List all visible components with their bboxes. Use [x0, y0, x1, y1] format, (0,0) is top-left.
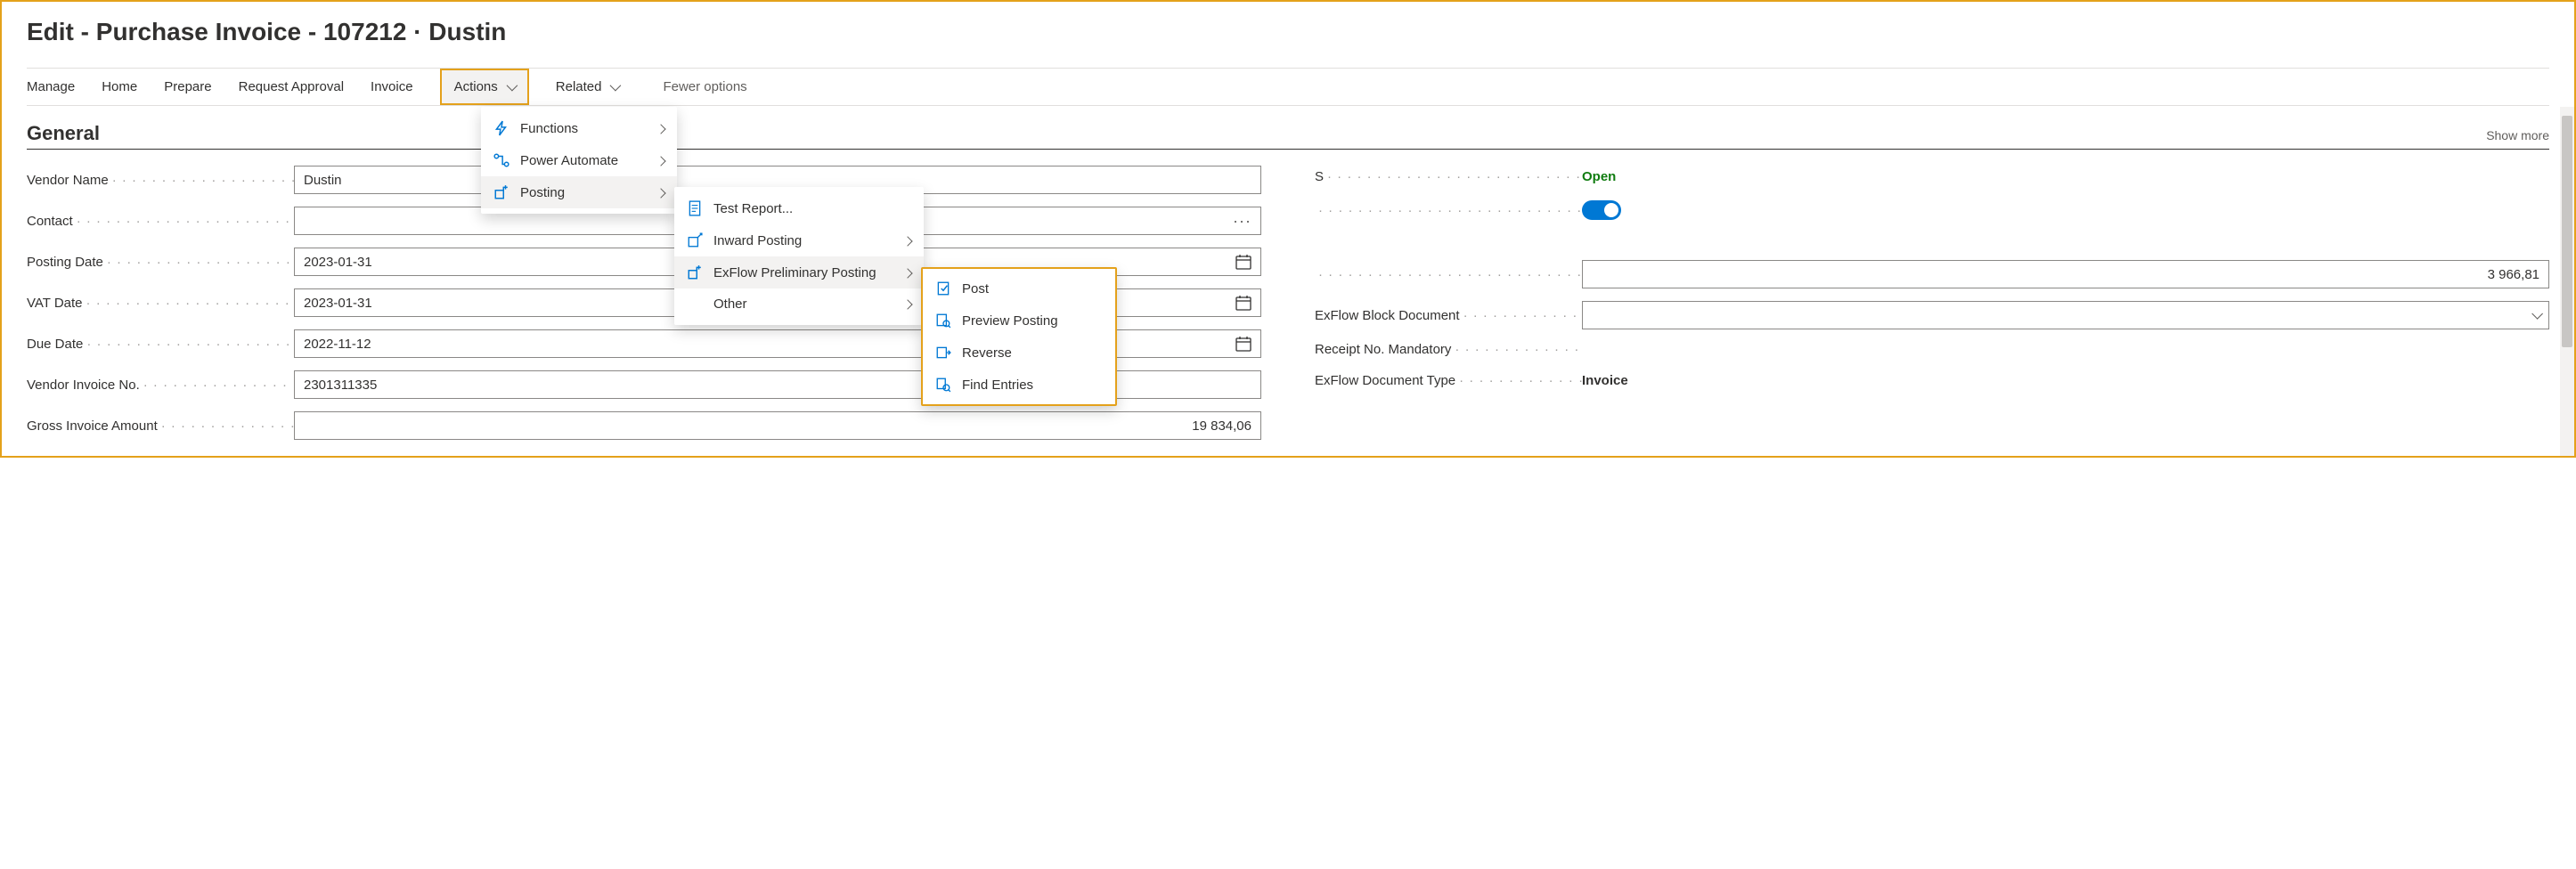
menu-preview-posting[interactable]: Preview Posting: [923, 305, 1115, 337]
label-exflow-document-type: ExFlow Document Type: [1315, 373, 1582, 388]
calendar-icon[interactable]: [1235, 254, 1251, 270]
label-vendor-invoice-no: Vendor Invoice No.: [27, 378, 294, 393]
menu-reverse[interactable]: Reverse: [923, 337, 1115, 369]
menu-test-report-label: Test Report...: [713, 201, 793, 216]
menu-functions[interactable]: Functions: [481, 112, 677, 144]
show-more-link[interactable]: Show more: [2486, 128, 2549, 142]
inward-icon: [687, 232, 703, 248]
input-exflow-block-document[interactable]: [1582, 301, 2549, 329]
menu-test-report[interactable]: Test Report...: [674, 192, 924, 224]
scroll-thumb[interactable]: [2562, 116, 2572, 347]
chevron-right-icon: [657, 121, 664, 136]
value-receipt-no-mandatory: [1582, 346, 2549, 353]
menu-reverse-label: Reverse: [962, 345, 1012, 361]
lookup-icon[interactable]: ···: [1233, 212, 1251, 231]
posting-icon: [687, 264, 703, 280]
toolbar-fewer-options[interactable]: Fewer options: [663, 79, 746, 94]
input-gross-invoice-amount[interactable]: 19 834,06: [294, 411, 1261, 440]
toggle-switch[interactable]: [1582, 200, 1621, 220]
toolbar-invoice[interactable]: Invoice: [371, 79, 413, 94]
menu-power-automate[interactable]: Power Automate: [481, 144, 677, 176]
menu-functions-label: Functions: [520, 121, 578, 136]
label-posting-date: Posting Date: [27, 255, 294, 270]
toolbar: Manage Home Prepare Request Approval Inv…: [27, 68, 2549, 106]
flow-icon: [493, 152, 509, 168]
menu-exflow-preliminary-label: ExFlow Preliminary Posting: [713, 265, 876, 280]
calendar-icon[interactable]: [1235, 295, 1251, 311]
menu-power-automate-label: Power Automate: [520, 153, 618, 168]
menu-post[interactable]: Post: [923, 272, 1115, 305]
toolbar-request-approval[interactable]: Request Approval: [239, 79, 344, 94]
label-receipt-no-mandatory: Receipt No. Mandatory: [1315, 342, 1582, 357]
posting-icon: [493, 184, 509, 200]
find-icon: [935, 377, 951, 393]
label-vat-date: VAT Date: [27, 296, 294, 311]
lightning-icon: [493, 120, 509, 136]
exflow-preliminary-submenu: Post Preview Posting Reverse Find Entrie…: [921, 267, 1117, 406]
preview-icon: [935, 313, 951, 329]
calendar-icon[interactable]: [1235, 336, 1251, 352]
toolbar-related-label: Related: [556, 79, 602, 94]
chevron-right-icon: [657, 153, 664, 168]
reverse-icon: [935, 345, 951, 361]
label-status: S: [1315, 169, 1582, 184]
menu-post-label: Post: [962, 281, 989, 296]
label-contact: Contact: [27, 214, 294, 229]
menu-find-entries-label: Find Entries: [962, 378, 1033, 393]
scrollbar[interactable]: [2560, 107, 2574, 456]
input-amount[interactable]: 3 966,81: [1582, 260, 2549, 288]
value-status: Open: [1582, 166, 2549, 188]
chevron-right-icon: [657, 185, 664, 200]
menu-preview-posting-label: Preview Posting: [962, 313, 1058, 329]
menu-find-entries[interactable]: Find Entries: [923, 369, 1115, 401]
actions-menu: Functions Power Automate Posting: [481, 107, 677, 214]
menu-inward-posting-label: Inward Posting: [713, 233, 802, 248]
label-vendor-name: Vendor Name: [27, 173, 294, 188]
menu-posting[interactable]: Posting: [481, 176, 677, 208]
toolbar-home[interactable]: Home: [102, 79, 137, 94]
menu-inward-posting[interactable]: Inward Posting: [674, 224, 924, 256]
toolbar-prepare[interactable]: Prepare: [164, 79, 211, 94]
toolbar-actions[interactable]: Actions: [440, 69, 529, 105]
label-amount-hidden: [1315, 267, 1582, 282]
menu-posting-label: Posting: [520, 185, 565, 200]
page-title: Edit - Purchase Invoice - 107212 · Dusti…: [27, 18, 2549, 46]
label-due-date: Due Date: [27, 337, 294, 352]
toolbar-actions-label: Actions: [454, 79, 498, 94]
posting-submenu: Test Report... Inward Posting ExFlow Pre…: [674, 187, 924, 325]
chevron-down-icon[interactable]: [2531, 308, 2539, 323]
section-general-title: General: [27, 122, 100, 145]
menu-other[interactable]: Other: [674, 288, 924, 320]
toolbar-related[interactable]: Related: [556, 79, 619, 94]
menu-other-label: Other: [713, 296, 747, 312]
label-exflow-block-document: ExFlow Block Document: [1315, 308, 1582, 323]
post-icon: [935, 280, 951, 296]
chevron-right-icon: [904, 265, 911, 280]
label-toggle-hidden: [1315, 203, 1582, 218]
chevron-right-icon: [904, 233, 911, 248]
toolbar-manage[interactable]: Manage: [27, 79, 75, 94]
value-exflow-document-type: Invoice: [1582, 370, 2549, 392]
report-icon: [687, 200, 703, 216]
label-gross-invoice-amount: Gross Invoice Amount: [27, 418, 294, 434]
menu-exflow-preliminary-posting[interactable]: ExFlow Preliminary Posting: [674, 256, 924, 288]
chevron-right-icon: [904, 296, 911, 312]
